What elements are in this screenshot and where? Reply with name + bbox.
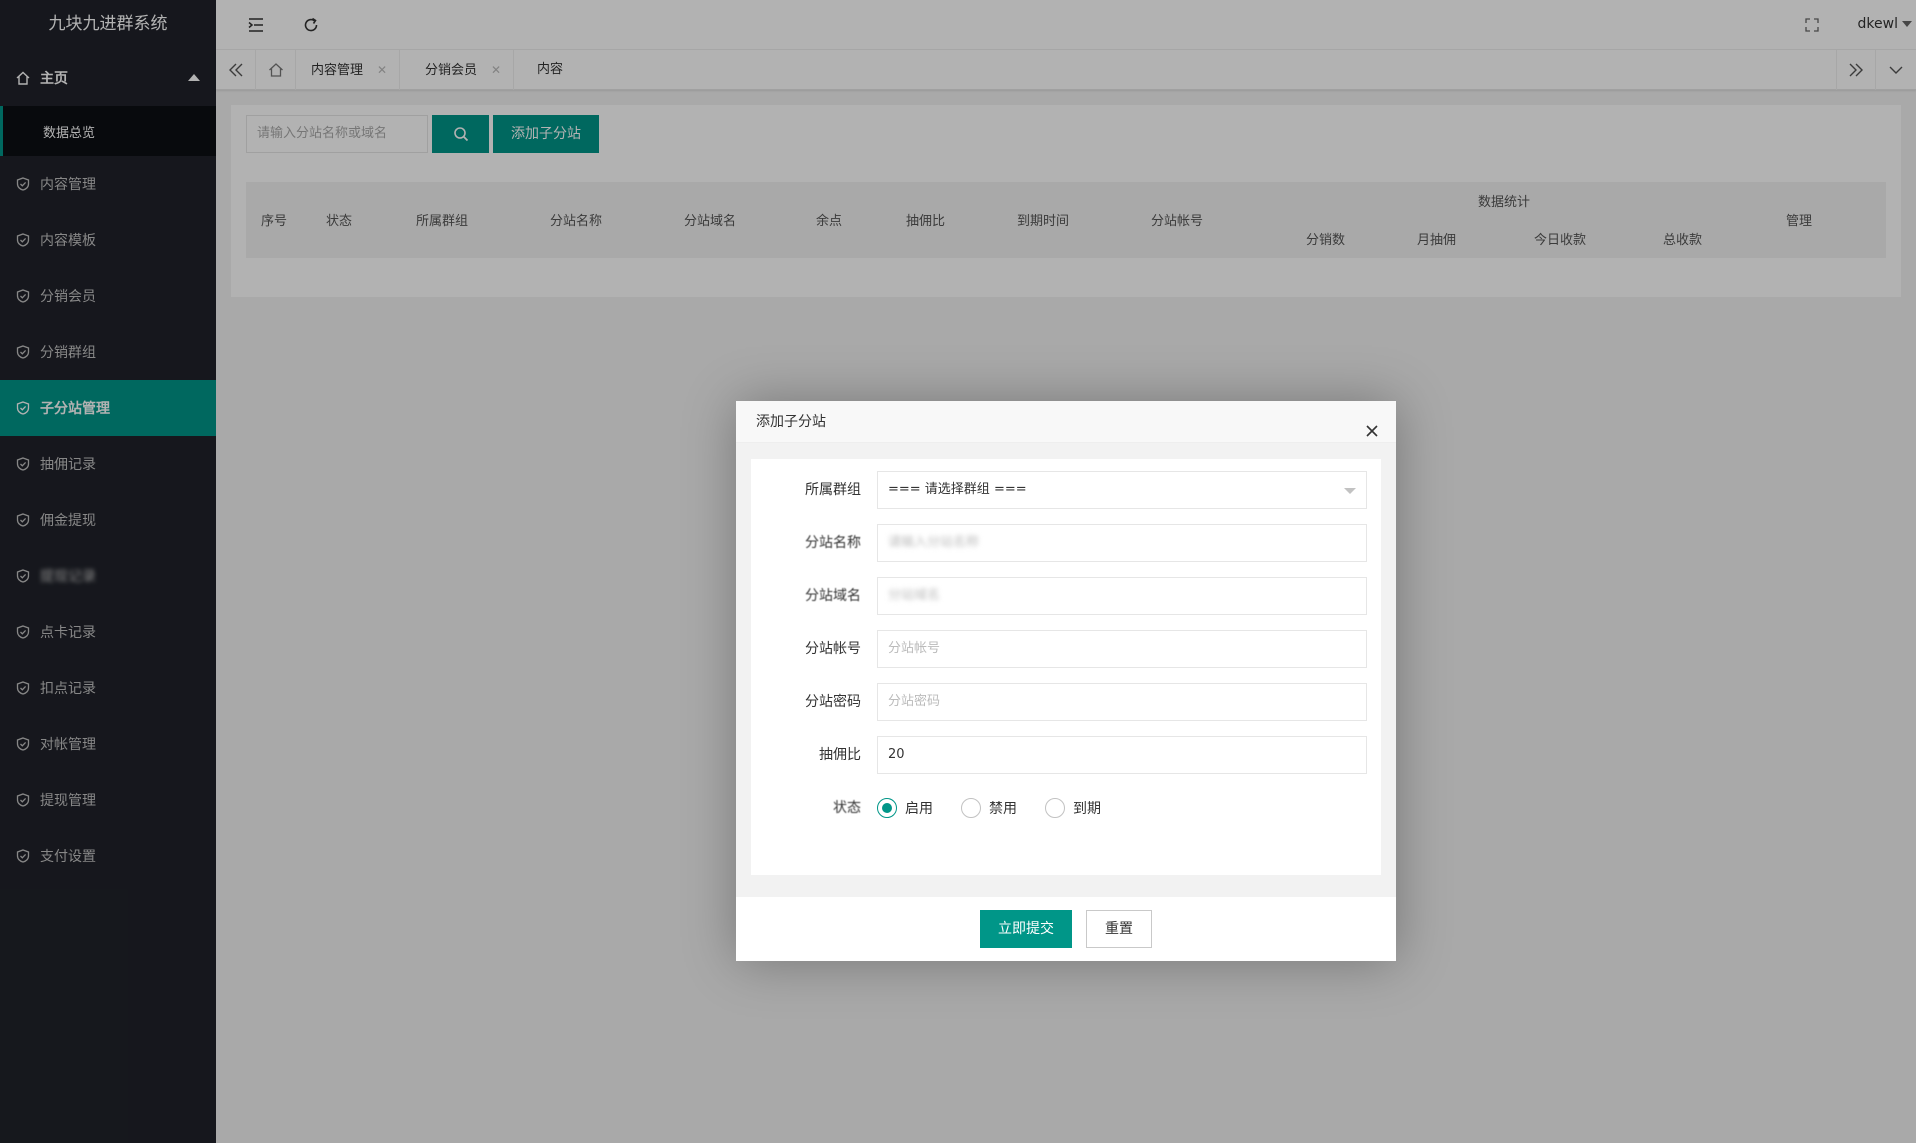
status-radio-expired[interactable]: 到期 <box>1045 798 1101 818</box>
substation-account-input[interactable]: 分站帐号 <box>877 630 1367 668</box>
substation-form: 所属群组 === 请选择群组 === 分站名称 请输入分站名称 分站域名 分站域… <box>751 459 1381 875</box>
form-row-status: 状态 启用 禁用 到期 <box>751 789 1381 827</box>
input-placeholder: 请输入分站名称 <box>888 535 980 550</box>
field-label: 分站域名 <box>805 588 861 604</box>
form-row-password: 分站密码 分站密码 <box>751 683 1381 721</box>
chevron-down-icon <box>1344 488 1356 494</box>
field-label: 分站帐号 <box>805 641 861 657</box>
radio-checked-icon <box>877 798 897 818</box>
radio-unchecked-icon <box>961 798 981 818</box>
field-label: 所属群组 <box>805 482 861 498</box>
dialog-body: 所属群组 === 请选择群组 === 分站名称 请输入分站名称 分站域名 分站域… <box>736 443 1396 897</box>
dialog-title: 添加子分站 <box>756 414 826 430</box>
field-label: 抽佣比 <box>819 747 861 763</box>
dialog-footer: 立即提交 重置 <box>736 897 1396 961</box>
field-label: 状态 <box>833 800 861 816</box>
form-row-name: 分站名称 请输入分站名称 <box>751 524 1381 562</box>
form-row-domain: 分站域名 分站域名 <box>751 577 1381 615</box>
substation-password-input[interactable]: 分站密码 <box>877 683 1367 721</box>
input-placeholder: 分站域名 <box>888 588 941 603</box>
radio-label: 启用 <box>905 801 933 817</box>
substation-name-input[interactable]: 请输入分站名称 <box>877 524 1367 562</box>
radio-label: 禁用 <box>989 801 1017 817</box>
commission-ratio-input[interactable]: 20 <box>877 736 1367 774</box>
form-row-account: 分站帐号 分站帐号 <box>751 630 1381 668</box>
radio-label: 到期 <box>1073 801 1101 817</box>
field-label: 分站名称 <box>805 535 861 551</box>
status-radio-enabled[interactable]: 启用 <box>877 798 933 818</box>
input-placeholder: 分站帐号 <box>888 641 941 656</box>
substation-domain-input[interactable]: 分站域名 <box>877 577 1367 615</box>
dialog-header: 添加子分站 <box>736 401 1396 443</box>
submit-button[interactable]: 立即提交 <box>980 910 1072 948</box>
field-label: 分站密码 <box>805 694 861 710</box>
form-row-group: 所属群组 === 请选择群组 === <box>751 471 1381 509</box>
group-select[interactable]: === 请选择群组 === <box>877 471 1367 509</box>
status-radio-disabled[interactable]: 禁用 <box>961 798 1017 818</box>
select-value: === 请选择群组 === <box>888 482 1027 497</box>
status-radio-group: 启用 禁用 到期 <box>877 789 1129 827</box>
input-value: 20 <box>888 747 905 762</box>
form-row-ratio: 抽佣比 20 <box>751 736 1381 774</box>
radio-unchecked-icon <box>1045 798 1065 818</box>
add-substation-dialog: 添加子分站 所属群组 === 请选择群组 === 分站名称 请输入分站名称 分站… <box>736 401 1396 961</box>
close-icon[interactable] <box>1364 414 1380 437</box>
input-placeholder: 分站密码 <box>888 694 941 709</box>
reset-button[interactable]: 重置 <box>1086 910 1152 948</box>
